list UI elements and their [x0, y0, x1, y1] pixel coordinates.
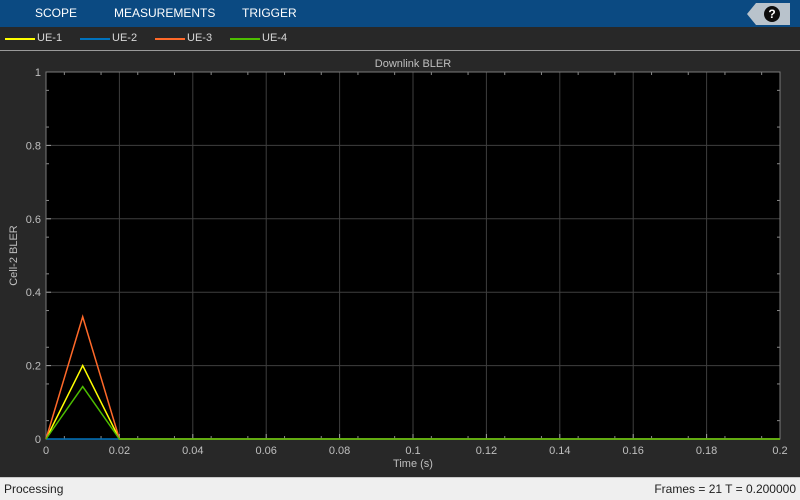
y-tick-label: 0	[35, 434, 41, 446]
tab-measurements[interactable]: MEASUREMENTS	[114, 0, 215, 27]
legend: UE-1 UE-2 UE-3 UE-4	[0, 27, 800, 50]
legend-swatch-ue-3	[155, 38, 185, 40]
y-tick-label: 0.6	[26, 214, 41, 226]
x-tick-label: 0.1	[405, 445, 420, 457]
legend-label-ue-2: UE-2	[112, 32, 138, 44]
chart-title: Downlink BLER	[375, 58, 451, 70]
status-bar: Processing Frames = 21 T = 0.200000	[0, 477, 800, 500]
y-tick-label: 0.4	[26, 287, 41, 299]
x-axis-label: Time (s)	[393, 458, 433, 470]
y-tick-label: 1	[35, 67, 41, 79]
x-tick-label: 0.14	[549, 445, 570, 457]
tab-scope[interactable]: SCOPE	[35, 0, 77, 27]
x-tick-label: 0.2	[772, 445, 787, 457]
legend-label-ue-4: UE-4	[262, 32, 288, 44]
x-tick-label: 0.02	[109, 445, 130, 457]
y-tick-label: 0.8	[26, 140, 41, 152]
legend-swatch-ue-2	[80, 38, 110, 40]
x-tick-label: 0.18	[696, 445, 717, 457]
frame-counter: Frames = 21 T = 0.200000	[654, 482, 796, 496]
toolstrip: SCOPE MEASUREMENTS TRIGGER ?	[0, 0, 800, 27]
y-axis-label: Cell-2 BLER	[8, 225, 20, 286]
x-tick-label: 0.12	[476, 445, 497, 457]
x-tick-label: 0	[43, 445, 49, 457]
question-mark-icon: ?	[764, 6, 780, 22]
x-tick-label: 0.04	[182, 445, 203, 457]
plot-area: 0 0.02 0.04 0.06 0.08 0.1 0.12 0.14 0.16 0.18 0.2 0…	[8, 58, 788, 470]
x-tick-label: 0.06	[255, 445, 276, 457]
legend-swatch-ue-4	[230, 38, 260, 40]
x-tick-label: 0.16	[622, 445, 643, 457]
tab-trigger[interactable]: TRIGGER	[242, 0, 297, 27]
x-tick-label: 0.08	[329, 445, 350, 457]
legend-label-ue-1: UE-1	[37, 32, 63, 44]
help-button[interactable]: ?	[747, 3, 790, 25]
legend-swatch-ue-1	[5, 38, 35, 40]
status-text: Processing	[4, 482, 64, 496]
legend-label-ue-3: UE-3	[187, 32, 213, 44]
y-tick-label: 0.2	[26, 361, 41, 373]
